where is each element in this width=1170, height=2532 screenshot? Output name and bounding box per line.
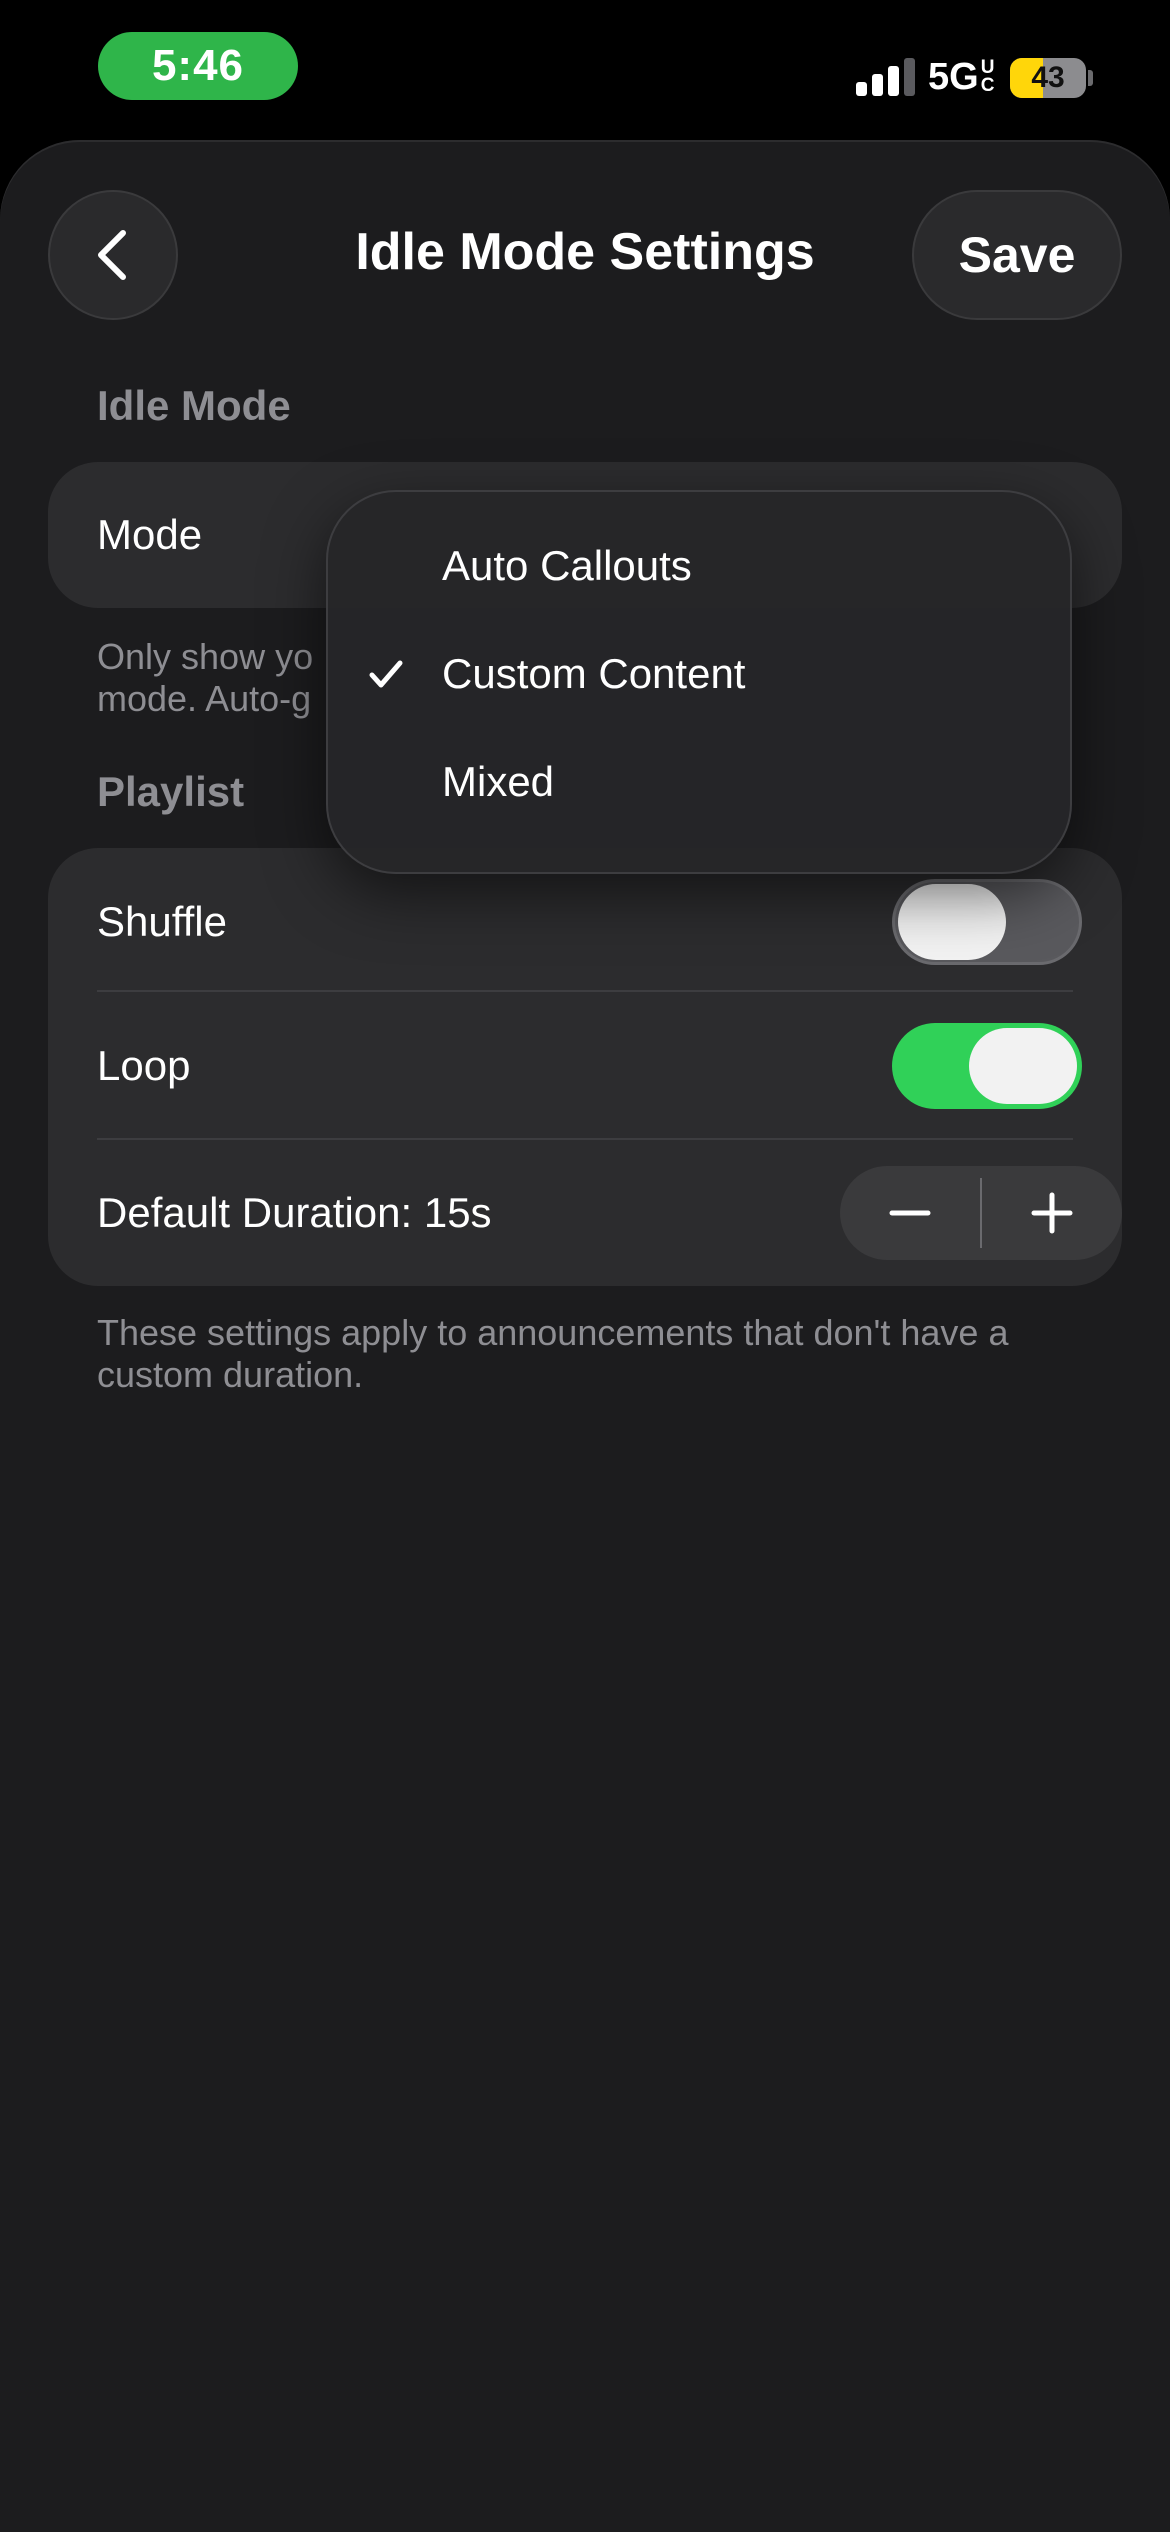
save-button[interactable]: Save — [912, 190, 1122, 320]
mode-dropdown-menu: Auto Callouts Custom Content Mixed — [326, 490, 1072, 874]
playlist-group: Shuffle Loop Default Duration: 15s — [48, 848, 1122, 1286]
battery-cap — [1088, 70, 1093, 86]
menu-item-auto-callouts[interactable]: Auto Callouts — [328, 512, 1070, 620]
duration-label: Default Duration: 15s — [97, 1189, 492, 1236]
shuffle-toggle[interactable] — [892, 879, 1082, 965]
menu-item-label: Mixed — [442, 758, 555, 805]
shuffle-label: Shuffle — [97, 898, 227, 945]
menu-item-label: Auto Callouts — [442, 542, 692, 589]
minus-icon — [889, 1210, 931, 1216]
duration-stepper — [840, 1166, 1122, 1260]
section-header-idle-mode: Idle Mode — [97, 382, 291, 429]
duration-row: Default Duration: 15s — [48, 1140, 1122, 1286]
loop-row: Loop — [48, 992, 1122, 1140]
plus-icon — [1031, 1192, 1073, 1234]
battery-icon: 43 — [1010, 58, 1086, 98]
menu-item-custom-content[interactable]: Custom Content — [328, 620, 1070, 728]
loop-toggle-knob — [969, 1028, 1077, 1104]
network-indicator: 5G U C — [928, 52, 994, 102]
decrement-button[interactable] — [840, 1166, 980, 1260]
increment-button[interactable] — [982, 1166, 1122, 1260]
loop-label: Loop — [97, 1042, 191, 1089]
cellular-signal-icon — [856, 58, 916, 96]
loop-toggle[interactable] — [892, 1023, 1082, 1109]
menu-item-mixed[interactable]: Mixed — [328, 728, 1070, 836]
section-header-playlist: Playlist — [97, 768, 245, 815]
screen: 5:46 5G U C 43 Idle Mode Settings Save I… — [0, 0, 1170, 2532]
playlist-footnote: These settings apply to announcements th… — [97, 1312, 1009, 1395]
shuffle-toggle-knob — [898, 884, 1006, 960]
status-time: 5:46 — [98, 32, 298, 100]
mode-label: Mode — [97, 511, 203, 558]
checkmark-icon — [369, 660, 403, 688]
menu-item-label: Custom Content — [442, 650, 746, 697]
network-type: 5G — [928, 55, 979, 98]
battery-level: 43 — [1031, 61, 1065, 94]
network-sup-c: C — [980, 75, 995, 96]
